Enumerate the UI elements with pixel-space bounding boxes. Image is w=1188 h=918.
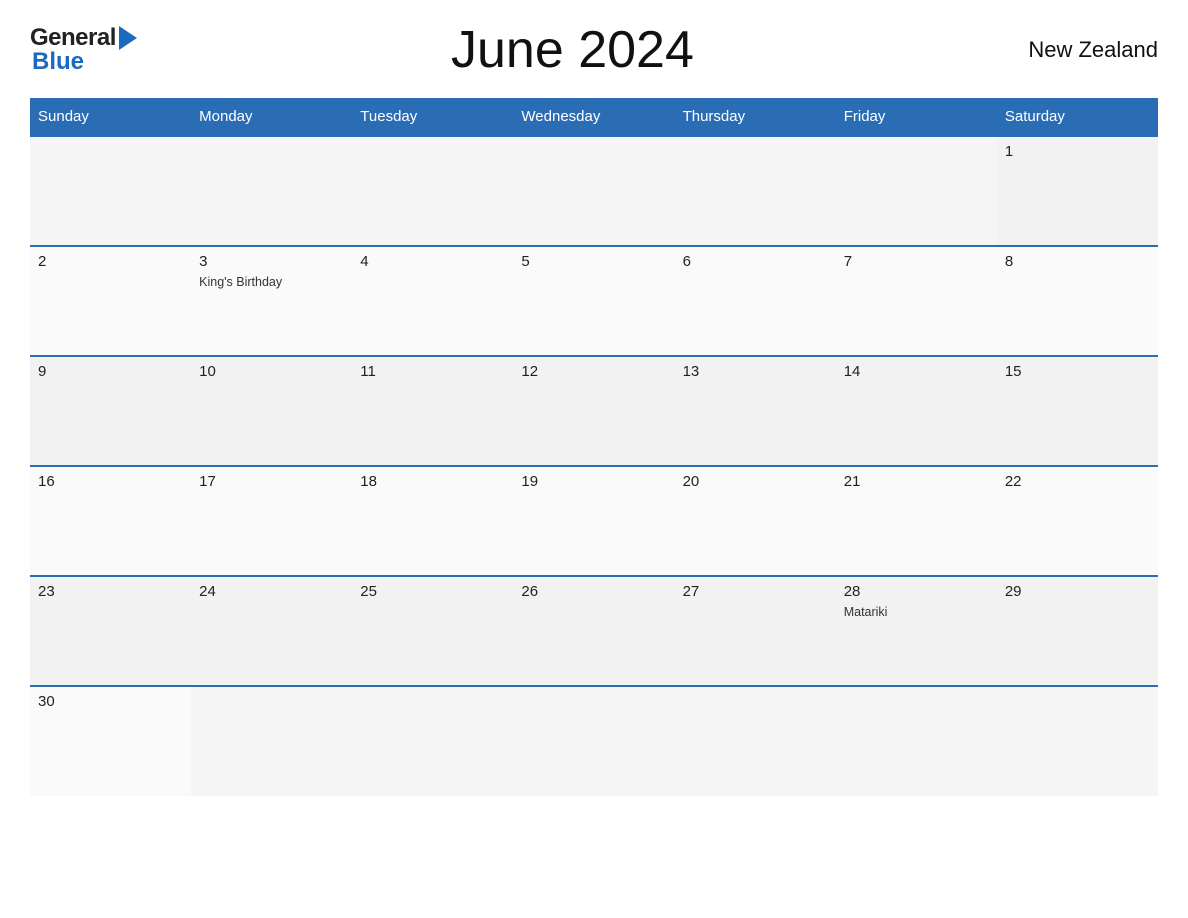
calendar-week-row: 16 17 18 19 20 21 22 xyxy=(30,466,1158,576)
day-number: 24 xyxy=(199,583,344,600)
day-number: 3 xyxy=(199,253,344,270)
header-friday: Friday xyxy=(836,98,997,136)
calendar-day-cell xyxy=(191,136,352,246)
calendar-day-cell: 25 xyxy=(352,576,513,686)
calendar-day-cell: 29 xyxy=(997,576,1158,686)
day-number: 10 xyxy=(199,363,344,380)
calendar-day-cell xyxy=(191,686,352,796)
calendar-day-cell xyxy=(836,136,997,246)
header-monday: Monday xyxy=(191,98,352,136)
header-tuesday: Tuesday xyxy=(352,98,513,136)
header-saturday: Saturday xyxy=(997,98,1158,136)
calendar-day-cell: 1 xyxy=(997,136,1158,246)
day-number: 26 xyxy=(521,583,666,600)
calendar-day-cell: 23 xyxy=(30,576,191,686)
calendar-day-cell: 11 xyxy=(352,356,513,466)
day-number: 16 xyxy=(38,473,183,490)
calendar-day-cell xyxy=(675,686,836,796)
calendar-day-cell xyxy=(675,136,836,246)
calendar-day-cell: 17 xyxy=(191,466,352,576)
day-number: 6 xyxy=(683,253,828,270)
calendar-day-cell xyxy=(836,686,997,796)
day-number: 15 xyxy=(1005,363,1150,380)
day-number: 4 xyxy=(360,253,505,270)
day-number: 28 xyxy=(844,583,989,600)
calendar-day-cell: 8 xyxy=(997,246,1158,356)
country-label: New Zealand xyxy=(1008,37,1158,63)
day-number: 27 xyxy=(683,583,828,600)
holiday-label: King's Birthday xyxy=(199,275,282,289)
day-number: 30 xyxy=(38,693,183,710)
day-number: 9 xyxy=(38,363,183,380)
header-sunday: Sunday xyxy=(30,98,191,136)
calendar-day-cell: 9 xyxy=(30,356,191,466)
calendar-week-row: 9 10 11 12 13 14 15 xyxy=(30,356,1158,466)
calendar-day-cell xyxy=(513,136,674,246)
calendar-day-cell: 26 xyxy=(513,576,674,686)
calendar-day-cell: 2 xyxy=(30,246,191,356)
day-number: 29 xyxy=(1005,583,1150,600)
calendar-day-cell: 24 xyxy=(191,576,352,686)
calendar-day-cell: 16 xyxy=(30,466,191,576)
calendar-week-row: 23 24 25 26 27 28 Matariki 29 xyxy=(30,576,1158,686)
calendar-title: June 2024 xyxy=(137,20,1008,80)
day-number: 1 xyxy=(1005,143,1150,160)
day-number: 12 xyxy=(521,363,666,380)
calendar-day-cell: 28 Matariki xyxy=(836,576,997,686)
calendar-day-cell: 4 xyxy=(352,246,513,356)
header-thursday: Thursday xyxy=(675,98,836,136)
calendar-day-cell: 27 xyxy=(675,576,836,686)
calendar-day-cell: 19 xyxy=(513,466,674,576)
day-number: 2 xyxy=(38,253,183,270)
logo-arrow-icon xyxy=(119,26,137,50)
calendar-week-row: 23 King's Birthday 45678 xyxy=(30,246,1158,356)
calendar-day-cell: 12 xyxy=(513,356,674,466)
calendar-day-cell xyxy=(352,136,513,246)
page-header: General Blue June 2024 New Zealand xyxy=(30,20,1158,80)
calendar-day-cell: 14 xyxy=(836,356,997,466)
calendar-day-cell xyxy=(513,686,674,796)
day-number: 25 xyxy=(360,583,505,600)
calendar-day-cell: 18 xyxy=(352,466,513,576)
logo-blue-text: Blue xyxy=(30,48,84,76)
calendar-day-cell: 22 xyxy=(997,466,1158,576)
calendar-day-cell xyxy=(352,686,513,796)
day-number: 7 xyxy=(844,253,989,270)
calendar-day-cell: 10 xyxy=(191,356,352,466)
day-number: 13 xyxy=(683,363,828,380)
days-header-row: Sunday Monday Tuesday Wednesday Thursday… xyxy=(30,98,1158,136)
day-number: 8 xyxy=(1005,253,1150,270)
calendar-day-cell: 3 King's Birthday xyxy=(191,246,352,356)
calendar-day-cell: 21 xyxy=(836,466,997,576)
header-wednesday: Wednesday xyxy=(513,98,674,136)
day-number: 21 xyxy=(844,473,989,490)
calendar-day-cell xyxy=(30,136,191,246)
day-number: 18 xyxy=(360,473,505,490)
calendar-day-cell: 30 xyxy=(30,686,191,796)
day-number: 22 xyxy=(1005,473,1150,490)
holiday-label: Matariki xyxy=(844,605,888,619)
calendar-day-cell: 13 xyxy=(675,356,836,466)
calendar-week-row: 1 xyxy=(30,136,1158,246)
day-number: 14 xyxy=(844,363,989,380)
calendar-week-row: 30 xyxy=(30,686,1158,796)
calendar-day-cell: 15 xyxy=(997,356,1158,466)
day-number: 5 xyxy=(521,253,666,270)
calendar-day-cell: 6 xyxy=(675,246,836,356)
day-number: 20 xyxy=(683,473,828,490)
day-number: 23 xyxy=(38,583,183,600)
calendar-table: Sunday Monday Tuesday Wednesday Thursday… xyxy=(30,98,1158,796)
calendar-day-cell: 7 xyxy=(836,246,997,356)
calendar-day-cell: 5 xyxy=(513,246,674,356)
day-number: 17 xyxy=(199,473,344,490)
logo: General Blue xyxy=(30,24,137,76)
day-number: 11 xyxy=(360,363,505,380)
day-number: 19 xyxy=(521,473,666,490)
calendar-day-cell xyxy=(997,686,1158,796)
calendar-day-cell: 20 xyxy=(675,466,836,576)
